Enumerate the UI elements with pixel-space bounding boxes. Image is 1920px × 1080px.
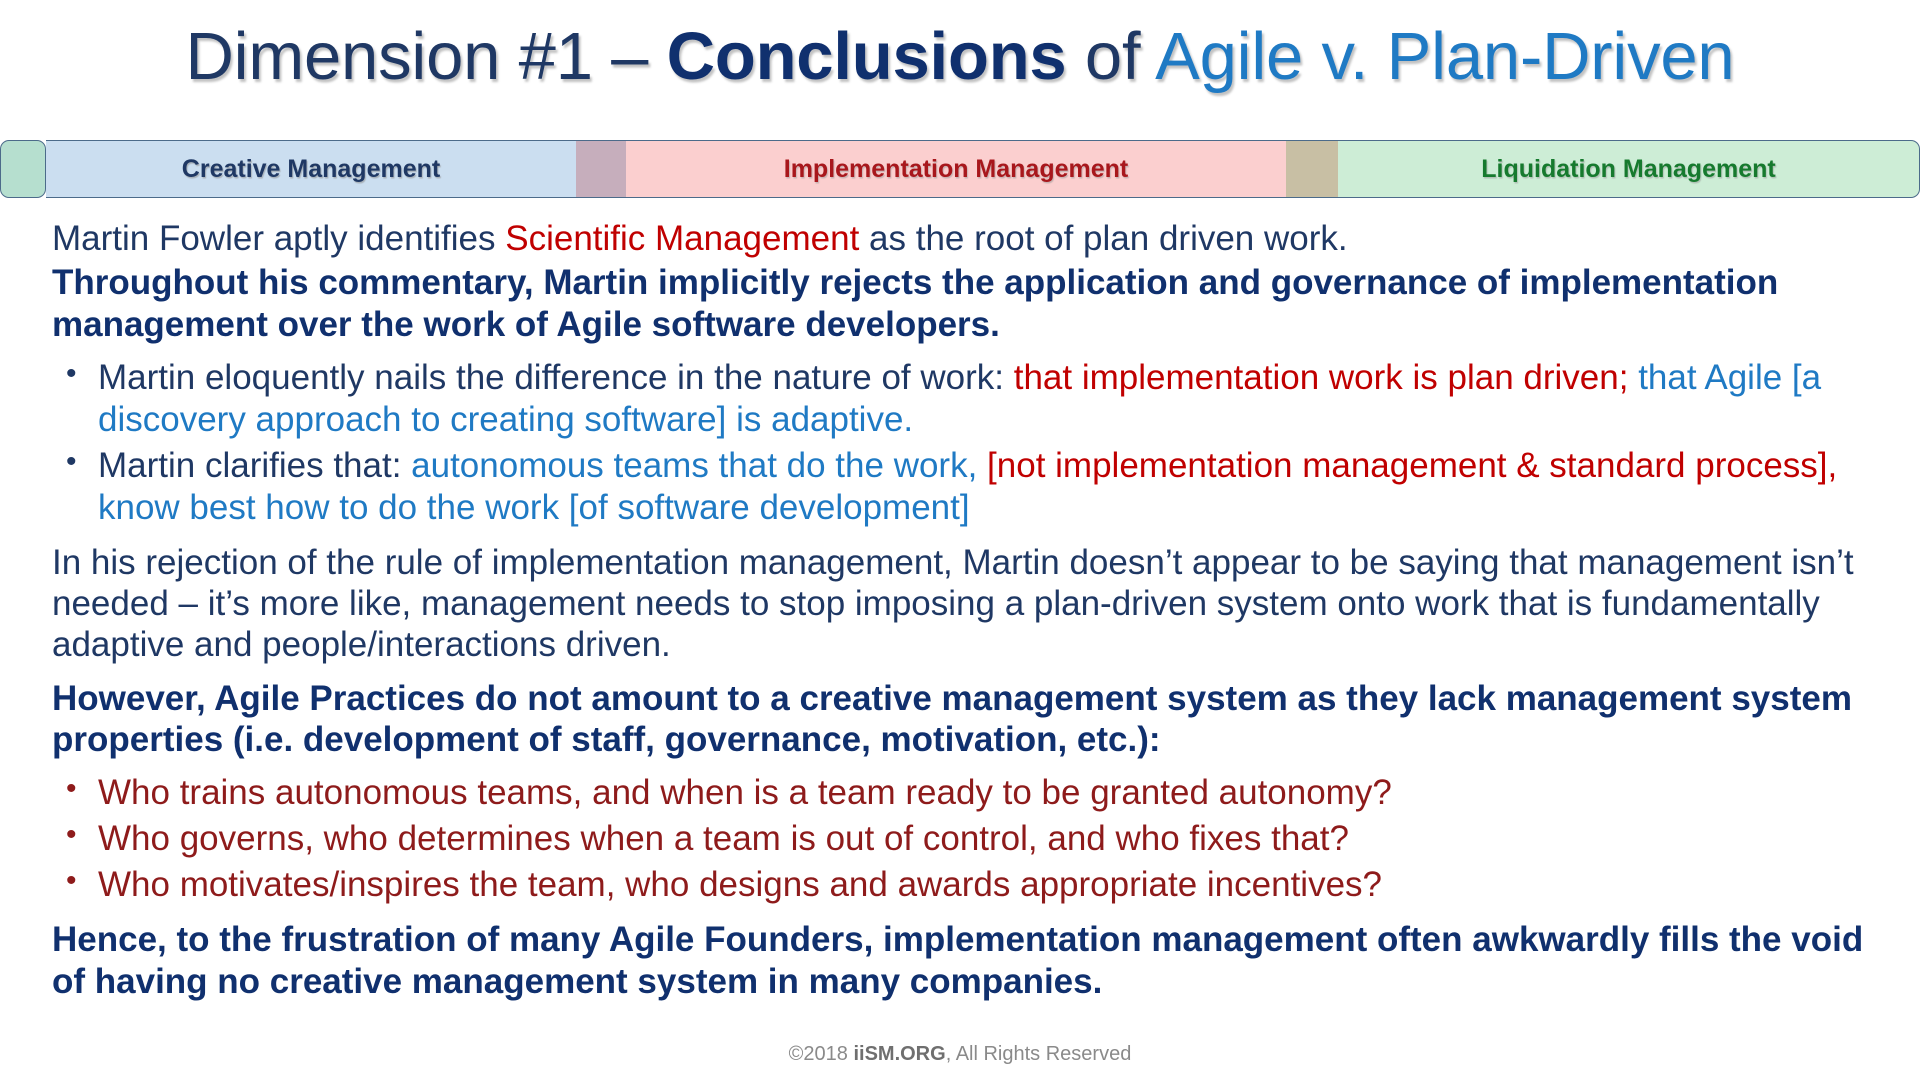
banner-label-implementation: Implementation Management — [783, 154, 1129, 183]
list-item: Who trains autonomous teams, and when is… — [52, 771, 1882, 814]
footer-org: iiSM.ORG — [853, 1043, 946, 1065]
b2-part-a: Martin clarifies that: — [98, 445, 412, 485]
slide-body: Martin Fowler aptly identifies Scientifi… — [52, 218, 1882, 1005]
paragraph-rejects-implementation: Throughout his commentary, Martin implic… — [52, 263, 1779, 344]
p1-scientific-management: Scientific Management — [505, 219, 860, 258]
banner-segment-creative-management[interactable]: Creative Management — [46, 140, 576, 198]
footer-copyright: ©2018 iiSM.ORG, All Rights Reserved — [0, 1043, 1920, 1066]
footer-copyright-year: ©2018 — [788, 1043, 854, 1065]
paragraph-rejection-of-rule: In his rejection of the rule of implemen… — [52, 542, 1854, 665]
slide: Dimension #1 – Conclusions of Agile v. P… — [0, 0, 1920, 1080]
title-part-1: Dimension #1 – — [185, 19, 667, 94]
list-item: Who motivates/inspires the team, who des… — [52, 863, 1882, 906]
list-item: Martin eloquently nails the difference i… — [52, 356, 1882, 441]
title-part-4: Agile v. Plan-Driven — [1155, 19, 1735, 94]
management-phases-banner: Creative Management Implementation Manag… — [0, 140, 1920, 198]
banner-segment-green-cap — [0, 140, 46, 198]
title-part-3: of — [1066, 19, 1156, 94]
banner-label-liquidation: Liquidation Management — [1481, 154, 1776, 183]
title-part-2: Conclusions — [666, 19, 1067, 94]
banner-segment-transition-2 — [1286, 140, 1338, 198]
p1-part-c: as the root of plan driven work. — [859, 219, 1348, 258]
list-item: Who governs, who determines when a team … — [52, 817, 1882, 860]
bullet-list-top: Martin eloquently nails the difference i… — [52, 356, 1882, 529]
banner-segment-liquidation-management[interactable]: Liquidation Management — [1338, 140, 1920, 198]
banner-segment-implementation-management[interactable]: Implementation Management — [626, 140, 1286, 198]
bullet-list-questions: Who trains autonomous teams, and when is… — [52, 771, 1882, 906]
b1-part-b: that implementation work is plan driven; — [1013, 357, 1629, 397]
list-item: Martin clarifies that: autonomous teams … — [52, 444, 1882, 529]
b2-part-c: [not implementation management & standar… — [987, 445, 1838, 485]
paragraph-however-agile-practices: However, Agile Practices do not amount t… — [52, 678, 1852, 760]
footer-rights: , All Rights Reserved — [945, 1043, 1132, 1065]
b1-part-a: Martin eloquently nails the difference i… — [98, 357, 1014, 397]
p1-part-a: Martin Fowler aptly identifies — [52, 219, 506, 258]
page-title: Dimension #1 – Conclusions of Agile v. P… — [0, 19, 1920, 94]
paragraph-hence-conclusion: Hence, to the frustration of many Agile … — [52, 920, 1864, 1001]
banner-segment-transition-1 — [576, 140, 626, 198]
banner-label-creative: Creative Management — [181, 154, 441, 183]
b2-part-d: know best how to do the work [of softwar… — [98, 487, 970, 527]
paragraph-fowler-intro: Martin Fowler aptly identifies Scientifi… — [52, 218, 1882, 259]
b2-part-b: autonomous teams that do the work, — [411, 445, 988, 485]
